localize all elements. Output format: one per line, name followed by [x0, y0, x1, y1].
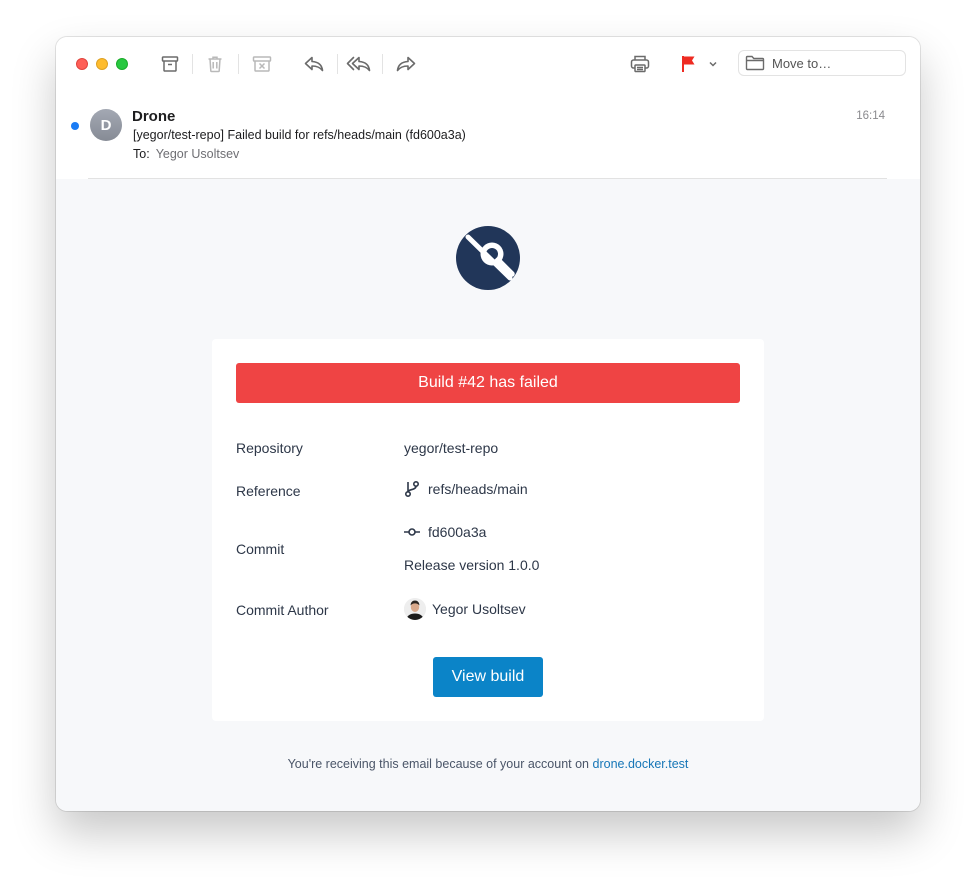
view-build-button[interactable]: View build — [433, 657, 543, 697]
message-time: 16:14 — [856, 110, 885, 122]
close-window-button[interactable] — [76, 58, 88, 70]
sender-avatar: D — [90, 109, 122, 141]
reference-value: refs/heads/main — [404, 480, 528, 498]
printer-icon — [630, 55, 650, 73]
chevron-down-icon — [709, 61, 717, 67]
folder-icon — [745, 55, 765, 71]
recipient-line: To: Yegor Usoltsev — [133, 147, 239, 161]
to-label: To: — [133, 147, 150, 161]
move-to-placeholder: Move to… — [772, 55, 832, 71]
commit-icon — [404, 528, 420, 536]
minimize-window-button[interactable] — [96, 58, 108, 70]
unread-indicator — [71, 122, 79, 130]
toolbar: Move to… — [56, 37, 920, 93]
email-footer: You're receiving this email because of y… — [56, 757, 920, 771]
build-card: Build #42 has failed Repository yegor/te… — [212, 339, 764, 721]
reply-all-button[interactable] — [345, 51, 373, 77]
sender-name[interactable]: Drone — [132, 108, 175, 125]
commit-hash[interactable]: fd600a3a — [404, 524, 486, 540]
footer-link[interactable]: drone.docker.test — [593, 757, 689, 771]
message-subject: [yegor/test-repo] Failed build for refs/… — [133, 128, 466, 142]
flag-button[interactable] — [674, 51, 702, 77]
repository-label: Repository — [236, 440, 303, 456]
mail-window: Move to… D Drone [yegor/test-repo] Faile… — [56, 37, 920, 811]
archive-icon — [161, 56, 179, 72]
commit-label: Commit — [236, 541, 285, 557]
forward-icon — [396, 56, 416, 72]
commit-author-value: Yegor Usoltsev — [404, 598, 526, 620]
recipient-name[interactable]: Yegor Usoltsev — [156, 147, 240, 161]
reply-button[interactable] — [300, 51, 328, 77]
junk-icon — [252, 56, 272, 72]
reply-all-icon — [346, 56, 371, 72]
trash-icon — [208, 56, 222, 73]
email-body: Build #42 has failed Repository yegor/te… — [56, 179, 920, 811]
move-to-field[interactable]: Move to… — [738, 50, 906, 76]
commit-message: Release version 1.0.0 — [404, 557, 540, 573]
toolbar-separator — [382, 54, 383, 74]
flag-menu-button[interactable] — [704, 51, 722, 77]
junk-button[interactable] — [248, 51, 276, 77]
delete-button[interactable] — [201, 51, 229, 77]
build-status-banner: Build #42 has failed — [236, 363, 740, 403]
zoom-window-button[interactable] — [116, 58, 128, 70]
archive-button[interactable] — [156, 51, 184, 77]
print-button[interactable] — [626, 51, 654, 77]
toolbar-separator — [238, 54, 239, 74]
forward-button[interactable] — [392, 51, 420, 77]
branch-icon — [404, 480, 420, 498]
reply-icon — [304, 56, 324, 72]
commit-author-label: Commit Author — [236, 602, 329, 618]
footer-text: You're receiving this email because of y… — [287, 757, 590, 771]
toolbar-separator — [192, 54, 193, 74]
repository-value: yegor/test-repo — [404, 440, 499, 456]
toolbar-separator — [337, 54, 338, 74]
author-avatar — [404, 598, 426, 620]
drone-logo — [456, 226, 520, 290]
reference-label: Reference — [236, 483, 301, 499]
flag-icon — [682, 56, 695, 72]
